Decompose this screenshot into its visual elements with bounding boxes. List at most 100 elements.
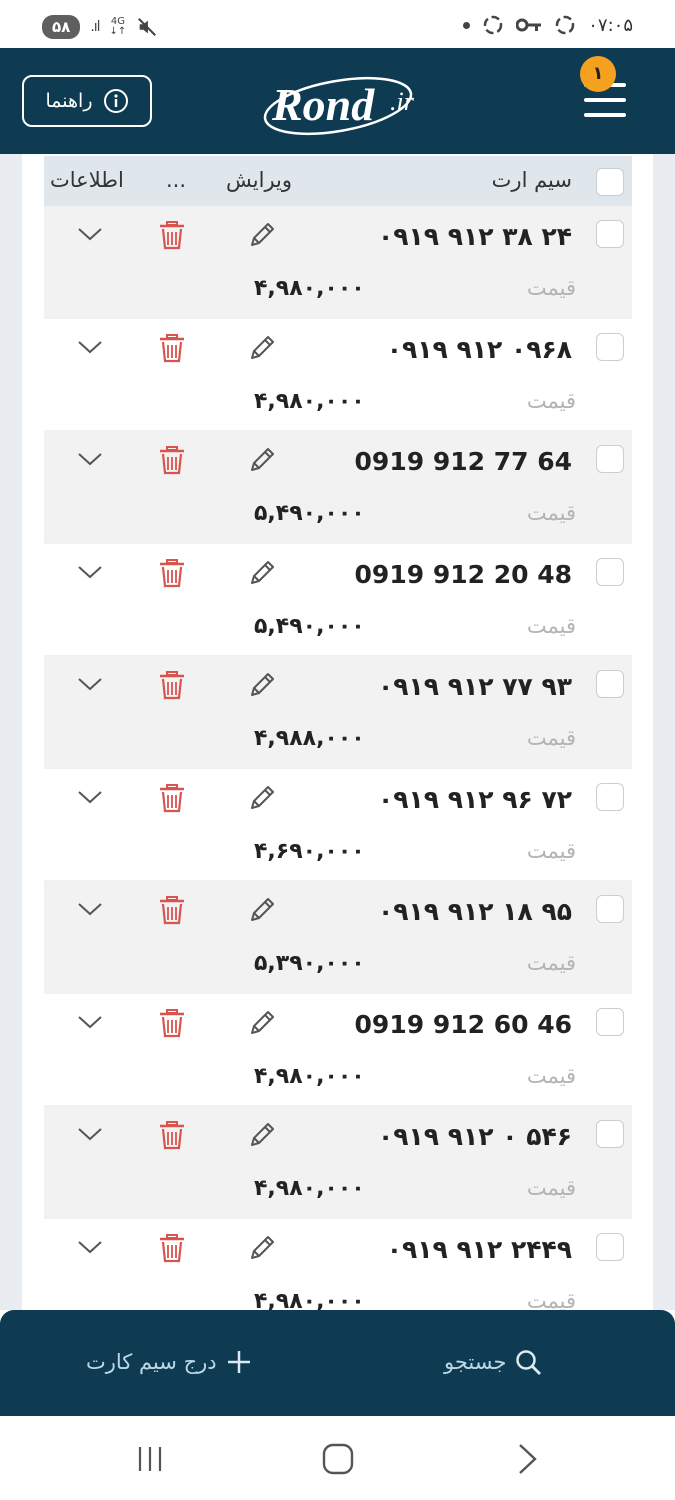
home-icon[interactable] xyxy=(318,1442,358,1476)
recent-apps-icon[interactable] xyxy=(130,1442,170,1476)
row-checkbox[interactable] xyxy=(596,557,624,586)
row-checkbox[interactable] xyxy=(596,332,624,361)
table-row: ۰۹۱۹ ۹۱۲ ۹۶ ۷۲ قیمت ۴,۶۹۰,۰۰۰ xyxy=(44,769,632,881)
trash-icon[interactable] xyxy=(158,558,186,588)
edit-pencil-icon[interactable] xyxy=(247,220,277,250)
row-checkbox[interactable] xyxy=(596,1007,624,1036)
sim-number: 0919 912 20 48 xyxy=(354,559,572,589)
notification-badge[interactable]: ۱ xyxy=(580,56,616,92)
chevron-down-icon[interactable] xyxy=(76,337,104,357)
edit-pencil-icon[interactable] xyxy=(247,670,277,700)
plus-icon xyxy=(227,1351,250,1373)
app-header: راهنما Rond .ir xyxy=(0,48,675,154)
price-value: ۵,۳۹۰,۰۰۰ xyxy=(254,951,365,976)
price-value: ۴,۹۸۰,۰۰۰ xyxy=(254,1063,365,1089)
price-label: قیمت xyxy=(526,1288,576,1311)
chevron-down-icon[interactable] xyxy=(76,224,104,244)
price-label: قیمت xyxy=(526,1176,576,1200)
chevron-down-icon[interactable] xyxy=(76,1237,104,1257)
edit-pencil-icon[interactable] xyxy=(247,1008,277,1038)
trash-icon[interactable] xyxy=(158,1120,186,1150)
row-checkbox[interactable] xyxy=(596,220,624,248)
row-checkbox[interactable] xyxy=(596,782,624,811)
help-button[interactable]: راهنما xyxy=(22,75,152,127)
price-label: قیمت xyxy=(526,388,576,413)
table-row: ۰۹۱۹ ۹۱۲ ۱۸ ۹۵ قیمت ۵,۳۹۰,۰۰۰ xyxy=(44,881,632,994)
price-label: قیمت xyxy=(526,501,576,525)
key-icon xyxy=(516,18,542,32)
price-label: قیمت xyxy=(526,838,576,863)
status-bar: ۵۸ .ıl 4G ↓↑ ۰۷:۰۵ xyxy=(0,0,675,48)
table-row: ۰۹۱۹ ۹۱۲ ۳۸ ۲۴ قیمت ۴,۹۸۰,۰۰۰ xyxy=(44,206,632,319)
edit-pencil-icon[interactable] xyxy=(247,1120,277,1150)
edit-pencil-icon[interactable] xyxy=(247,1233,277,1263)
sim-number: 0919 912 77 64 xyxy=(354,447,572,476)
sim-number: ۰۹۱۹ ۹۱۲ ۰۹۶۸ xyxy=(386,334,572,364)
edit-pencil-icon[interactable] xyxy=(247,558,277,588)
select-all-checkbox[interactable] xyxy=(596,168,624,196)
sim-number: ۰۹۱۹ ۹۱۲ ۹۶ ۷۲ xyxy=(378,784,572,814)
sync-icon xyxy=(484,15,503,35)
notification-dot-icon xyxy=(463,21,471,29)
search-button[interactable]: جستجو xyxy=(444,1348,542,1376)
back-icon[interactable] xyxy=(508,1442,548,1476)
sim-number: ۰۹۱۹ ۹۱۲ ۰ ۵۴۶ xyxy=(378,1122,572,1151)
action-bar: درج سیم کارت جستجو xyxy=(0,1310,675,1416)
chevron-down-icon[interactable] xyxy=(76,787,104,807)
price-label: قیمت xyxy=(526,1063,576,1088)
edit-pencil-icon[interactable] xyxy=(247,333,277,363)
column-info: اطلاعات xyxy=(50,168,124,192)
table-row: 0919 912 60 46 قیمت ۴,۹۸۰,۰۰۰ xyxy=(44,994,632,1106)
rond-logo[interactable]: Rond .ir xyxy=(258,62,433,142)
row-checkbox[interactable] xyxy=(596,670,624,698)
column-edit: ویرایش xyxy=(226,168,293,192)
chevron-down-icon[interactable] xyxy=(76,674,104,694)
trash-icon[interactable] xyxy=(158,1233,186,1263)
chevron-down-icon[interactable] xyxy=(76,899,104,919)
trash-icon[interactable] xyxy=(158,670,186,700)
table-row: 0919 912 77 64 قیمت ۵,۴۹۰,۰۰۰ xyxy=(44,431,632,544)
trash-icon[interactable] xyxy=(158,1008,186,1038)
table-row: ۰۹۱۹ ۹۱۲ ۰ ۵۴۶ قیمت ۴,۹۸۰,۰۰۰ xyxy=(44,1106,632,1219)
network-label: 4G xyxy=(110,16,125,27)
column-sim: سیم ارت xyxy=(491,168,572,192)
edit-pencil-icon[interactable] xyxy=(247,783,277,813)
price-value: ۵,۴۹۰,۰۰۰ xyxy=(254,613,365,639)
price-value: ۴,۶۹۰,۰۰۰ xyxy=(254,838,365,864)
sim-number: ۰۹۱۹ ۹۱۲ ۱۸ ۹۵ xyxy=(378,897,572,926)
price-label: قیمت xyxy=(526,276,576,300)
price-value: ۵,۴۹۰,۰۰۰ xyxy=(254,501,365,526)
trash-icon[interactable] xyxy=(158,445,186,475)
menu-bar xyxy=(584,98,626,102)
chevron-down-icon[interactable] xyxy=(76,1124,104,1144)
trash-icon[interactable] xyxy=(158,333,186,363)
mute-icon xyxy=(138,18,157,36)
help-label: راهنما xyxy=(45,90,93,112)
table-row: 0919 912 20 48 قیمت ۵,۴۹۰,۰۰۰ xyxy=(44,544,632,656)
sim-number: ۰۹۱۹ ۹۱۲ ۲۴۴۹ xyxy=(386,1234,572,1264)
chevron-down-icon[interactable] xyxy=(76,562,104,582)
battery-indicator: ۵۸ xyxy=(42,15,81,39)
price-label: قیمت xyxy=(526,951,576,975)
edit-pencil-icon[interactable] xyxy=(247,445,277,475)
info-icon xyxy=(103,89,128,113)
edit-pencil-icon[interactable] xyxy=(247,895,277,925)
row-checkbox[interactable] xyxy=(596,1232,624,1261)
row-checkbox[interactable] xyxy=(596,1120,624,1148)
table-row: ۰۹۱۹ ۹۱۲ ۰۹۶۸ قیمت ۴,۹۸۰,۰۰۰ xyxy=(44,319,632,431)
trash-icon[interactable] xyxy=(158,783,186,813)
trash-icon[interactable] xyxy=(158,220,186,250)
chevron-down-icon[interactable] xyxy=(76,1012,104,1032)
logo-suffix: .ir xyxy=(390,87,415,116)
system-nav-bar xyxy=(0,1416,675,1500)
status-right: ۰۷:۰۵ xyxy=(463,14,633,36)
trash-icon[interactable] xyxy=(158,895,186,925)
table-header: سیم ارت ویرایش ... اطلاعات xyxy=(44,156,632,206)
table-row: ۰۹۱۹ ۹۱۲ ۷۷ ۹۳ قیمت ۴,۹۸۸,۰۰۰ xyxy=(44,656,632,769)
add-sim-label: درج سیم کارت xyxy=(86,1350,217,1374)
row-checkbox[interactable] xyxy=(596,895,624,923)
add-sim-button[interactable]: درج سیم کارت xyxy=(86,1348,253,1376)
network-indicator: 4G ↓↑ xyxy=(109,16,127,37)
chevron-down-icon[interactable] xyxy=(76,449,104,469)
row-checkbox[interactable] xyxy=(596,445,624,473)
